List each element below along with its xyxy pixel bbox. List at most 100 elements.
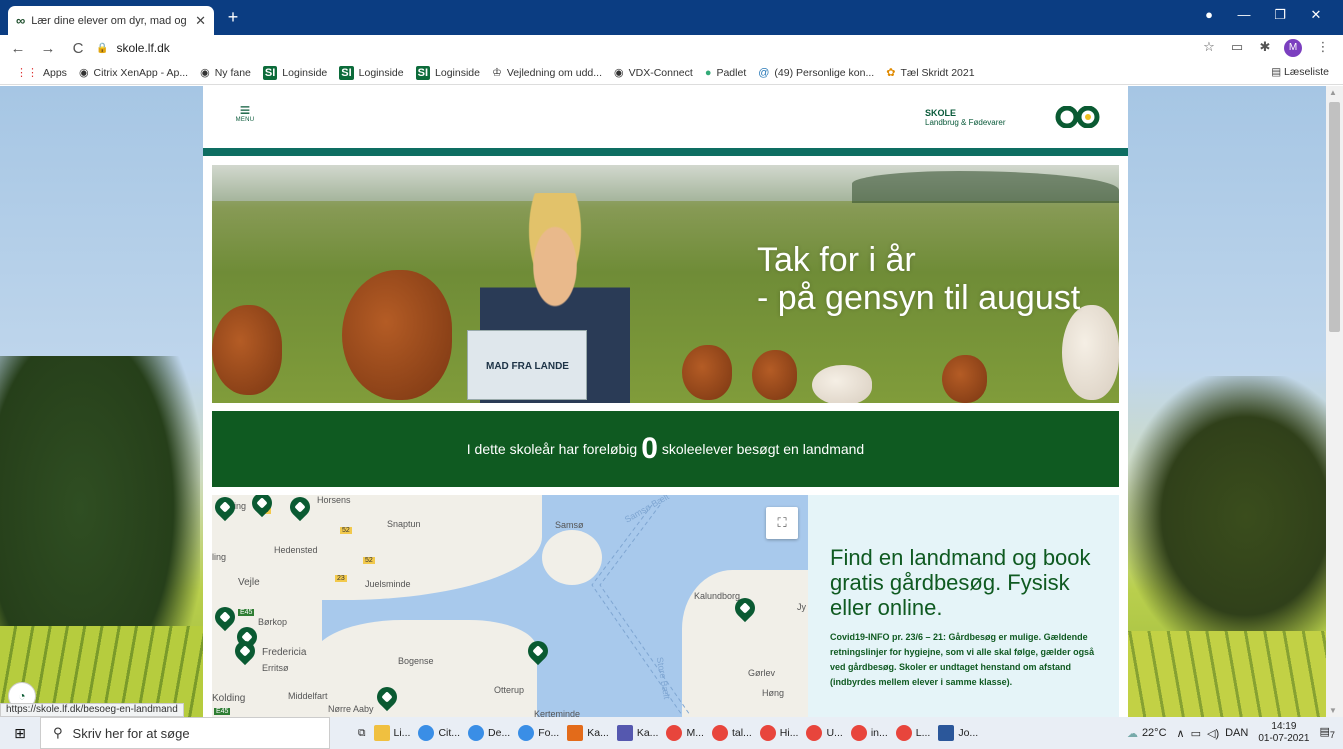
brand-text[interactable]: SKOLE Landbrug & Fødevarer [925, 108, 1006, 128]
bookmark-apps[interactable]: ⋮⋮ Apps [16, 66, 67, 80]
folder-icon [373, 725, 390, 741]
fullscreen-icon[interactable]: ⛶ [766, 507, 798, 539]
taskbar-app[interactable]: Hi... [759, 725, 798, 741]
menu-button[interactable]: ≡ MENU [231, 101, 259, 123]
globe-icon: ◉ [78, 67, 89, 79]
taskbar-app[interactable]: M... [666, 725, 704, 741]
clock[interactable]: 14:19 01-07-2021 [1258, 721, 1309, 745]
reload-icon[interactable]: C [66, 40, 90, 57]
search-placeholder: Skriv her for at søge [72, 725, 190, 741]
site-header: ≡ MENU SKOLE Landbrug & Fødevarer [203, 86, 1128, 148]
taskbar-app[interactable]: tal... [711, 725, 752, 741]
taskbar-app[interactable]: De... [468, 725, 510, 741]
weather-icon[interactable]: ☁ [1127, 727, 1138, 740]
hen-image [212, 305, 282, 395]
chrome-icon [850, 725, 867, 741]
farm-map[interactable]: Horsens Snaptun Samsø Hedensted Vejle Ju… [212, 495, 808, 717]
scroll-down-icon[interactable]: ▼ [1329, 706, 1337, 715]
counter-prefix: I dette skoleår har foreløbig [466, 441, 638, 457]
chrome-icon [666, 725, 683, 741]
bookmark-loginside-2[interactable]: SI Loginside [339, 65, 404, 80]
bookmark-vdx[interactable]: ◉ VDX-Connect [614, 66, 693, 80]
lock-icon[interactable]: 🔒 [96, 43, 108, 54]
taskbar-app[interactable]: Fo... [518, 725, 559, 741]
avatar[interactable]: M [1284, 39, 1302, 57]
task-view-icon[interactable]: ⧉ [358, 727, 366, 740]
map-label: Otterup [494, 685, 525, 695]
bookmark-vejledning[interactable]: ♔ Vejledning om udd... [492, 66, 602, 80]
volume-icon[interactable]: ◁) [1207, 727, 1219, 740]
temperature[interactable]: 22°C [1142, 727, 1167, 739]
bookmarks-bar: ⋮⋮ Apps ◉ Citrix XenApp - Ap... ◉ Ny fane S… [0, 61, 1343, 85]
taskbar-app[interactable]: Cit... [418, 725, 460, 741]
clock-time: 14:19 [1271, 721, 1297, 732]
scrollbar[interactable]: ▲ ▼ [1326, 86, 1343, 717]
taskbar-search[interactable]: ⚲ Skriv her for at søge [40, 717, 330, 749]
taskbar-app-label: Jo... [958, 727, 979, 739]
hero-text: Tak for i år - på gensyn til august [757, 241, 1080, 317]
minimize-button[interactable]: — [1230, 7, 1258, 22]
cast-icon[interactable]: ▭ [1226, 39, 1248, 55]
chrome-icon [759, 725, 776, 741]
taskbar-app[interactable]: Jo... [938, 725, 978, 741]
browser-toolbar: ← → C 🔒 skole.lf.dk ☆ ▭ ✱ ⋮ [0, 35, 1343, 61]
tray-chevron-icon[interactable]: ∧ [1177, 727, 1185, 740]
bookmark-ny-fane[interactable]: ◉ Ny fane [200, 66, 251, 80]
si-icon: SI [262, 65, 278, 80]
extensions-icon[interactable]: ✱ [1254, 39, 1276, 55]
taskbar-app-label: in... [870, 727, 888, 739]
notification-icon[interactable]: ▤7 [1320, 725, 1336, 740]
bookmark-personlige[interactable]: @ (49) Personlige kon... [758, 67, 874, 79]
taskbar-app[interactable]: U... [806, 725, 843, 741]
restore-button[interactable]: ❐ [1266, 7, 1294, 23]
padlet-icon: ● [704, 66, 712, 79]
road-marker: 52 [363, 557, 375, 564]
network-icon[interactable]: ▭ [1191, 727, 1201, 740]
taskbar-app[interactable]: Ka... [567, 725, 609, 741]
profile-indicator-icon[interactable]: ● [1195, 7, 1223, 22]
map-label: Snaptun [387, 519, 421, 529]
map-label: Kalundborg [694, 591, 741, 601]
tab-strip: ∞ Lær dine elever om dyr, mad og ✕ + ● —… [0, 0, 1343, 35]
new-tab-button[interactable]: + [222, 7, 244, 28]
bookmark-loginside-3[interactable]: SI Loginside [415, 65, 480, 80]
language-indicator[interactable]: DAN [1225, 727, 1248, 739]
road-marker: E45 [238, 609, 255, 616]
onenote-icon [567, 725, 584, 741]
scroll-thumb[interactable] [1329, 102, 1340, 332]
taskbar-app[interactable]: Ka... [616, 725, 658, 741]
more-menu-icon[interactable]: ⋮ [1312, 39, 1334, 55]
tab-title: Lær dine elever om dyr, mad og [31, 14, 187, 27]
hen-image [1062, 305, 1119, 400]
back-icon[interactable]: ← [6, 40, 30, 57]
info-text: Covid19-INFO pr. 23/6 – 21: Gårdbesøg er… [830, 632, 1095, 687]
taskbar-app-label: De... [488, 727, 511, 739]
close-tab-icon[interactable]: ✕ [195, 13, 206, 29]
bookmark-padlet[interactable]: ● Padlet [705, 67, 746, 79]
taskbar-app[interactable]: Li... [373, 725, 410, 741]
close-window-button[interactable]: ✕ [1302, 7, 1330, 23]
url-text[interactable]: skole.lf.dk [116, 41, 169, 55]
favicon-icon: ∞ [16, 13, 26, 28]
map-label: Vejle [238, 577, 260, 588]
taskbar-app[interactable]: L... [895, 725, 931, 741]
windows-start-icon[interactable]: ⊞ [0, 725, 40, 742]
map-label: Jy [797, 602, 806, 612]
bookmark-citrix[interactable]: ◉ Citrix XenApp - Ap... [78, 66, 188, 80]
road-marker: 23 [335, 575, 347, 582]
taskbar-app[interactable]: in... [850, 725, 888, 741]
bookmark-skridt[interactable]: ✿ Tæl Skridt 2021 [886, 66, 974, 80]
bookmark-loginside-1[interactable]: SI Loginside [262, 65, 327, 80]
map-label: Erritsø [262, 663, 289, 673]
brand-line-2: Landbrug & Fødevarer [925, 118, 1006, 127]
reading-list[interactable]: ▤ Læseliste [1271, 66, 1329, 78]
edge-icon [468, 725, 485, 741]
forward-icon[interactable]: → [36, 40, 60, 57]
lf-logo-icon[interactable] [1055, 106, 1101, 128]
map-label: Samsø [555, 520, 584, 530]
star-icon[interactable]: ☆ [1198, 39, 1220, 55]
scroll-up-icon[interactable]: ▲ [1329, 88, 1337, 97]
browser-tab[interactable]: ∞ Lær dine elever om dyr, mad og ✕ [8, 6, 214, 35]
address-bar[interactable]: 🔒 skole.lf.dk [96, 37, 1196, 59]
taskbar-app-label: L... [915, 727, 931, 739]
